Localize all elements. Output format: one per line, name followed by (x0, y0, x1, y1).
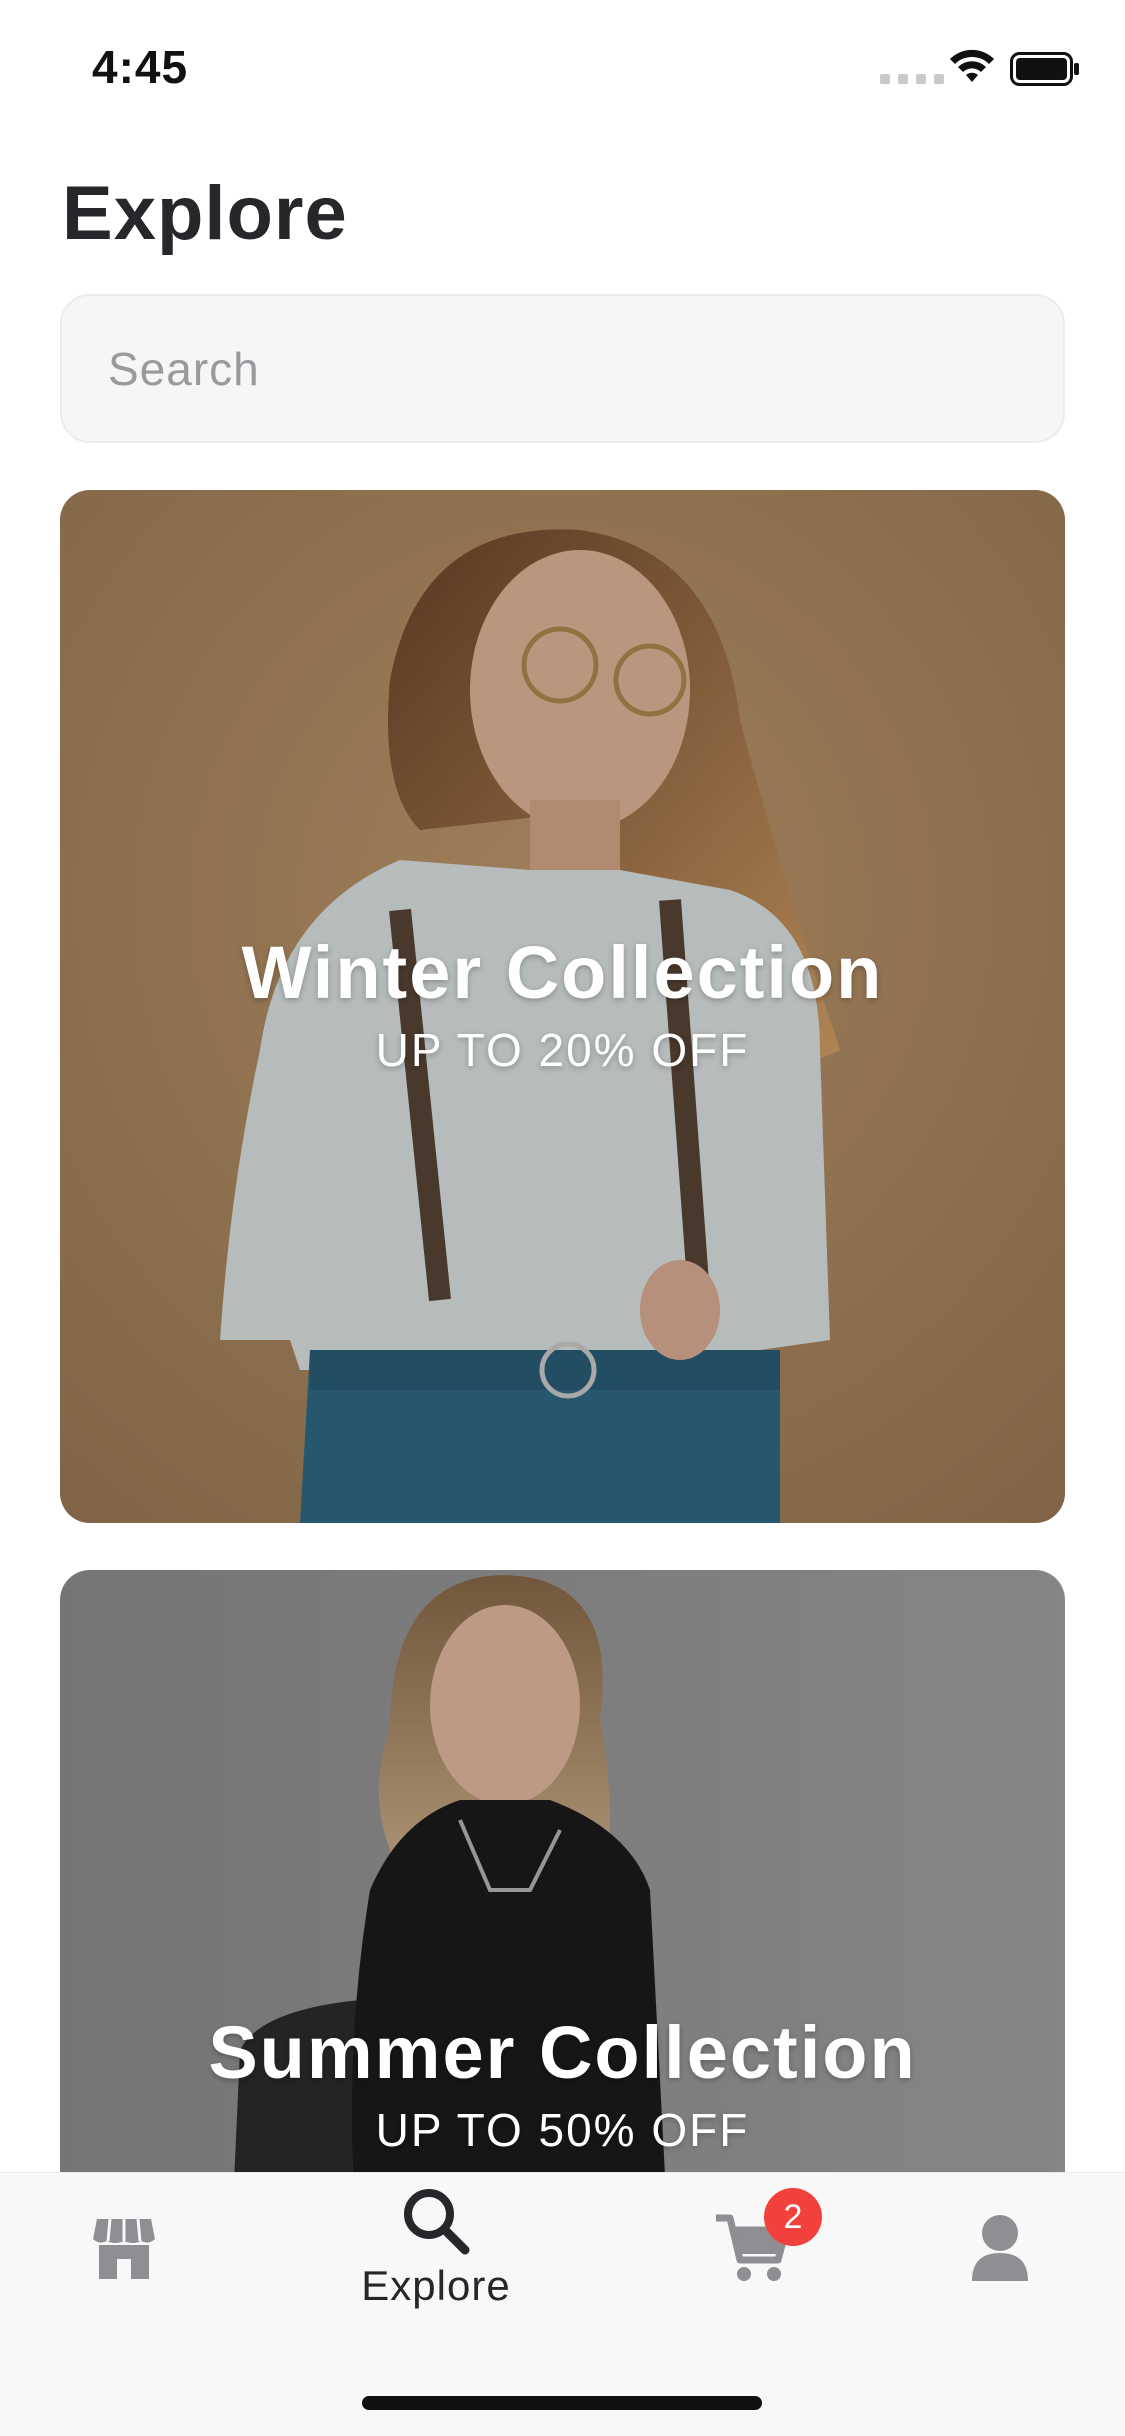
tab-explore-label: Explore (361, 2262, 511, 2309)
battery-icon (1010, 52, 1079, 86)
status-bar: 4:45 (0, 0, 1125, 132)
collection-title: Winter Collection (241, 931, 884, 1014)
collection-subtitle: UP TO 20% OFF (375, 1024, 750, 1076)
collection-card-summer[interactable]: Summer Collection UP TO 50% OFF (60, 1570, 1065, 2270)
tab-profile[interactable] (900, 2173, 1100, 2323)
collection-subtitle: UP TO 50% OFF (375, 2104, 750, 2156)
tab-cart[interactable]: 2 (652, 2173, 852, 2323)
store-icon (93, 2218, 155, 2279)
tab-home[interactable] (24, 2173, 224, 2323)
wifi-icon (950, 49, 994, 82)
user-icon (972, 2215, 1028, 2281)
search-field[interactable] (60, 294, 1065, 443)
search-input[interactable] (62, 296, 1063, 441)
cellular-signal-icon (880, 74, 944, 84)
tab-explore[interactable]: Explore (336, 2173, 536, 2323)
search-icon (404, 2189, 470, 2255)
collection-card-winter[interactable]: Winter Collection UP TO 20% OFF (60, 490, 1065, 1523)
status-time: 4:45 (92, 41, 189, 93)
cart-count-badge: 2 (764, 2188, 822, 2246)
collection-title: Summer Collection (208, 2011, 917, 2094)
page-title: Explore (62, 171, 348, 256)
home-indicator (362, 2396, 762, 2410)
